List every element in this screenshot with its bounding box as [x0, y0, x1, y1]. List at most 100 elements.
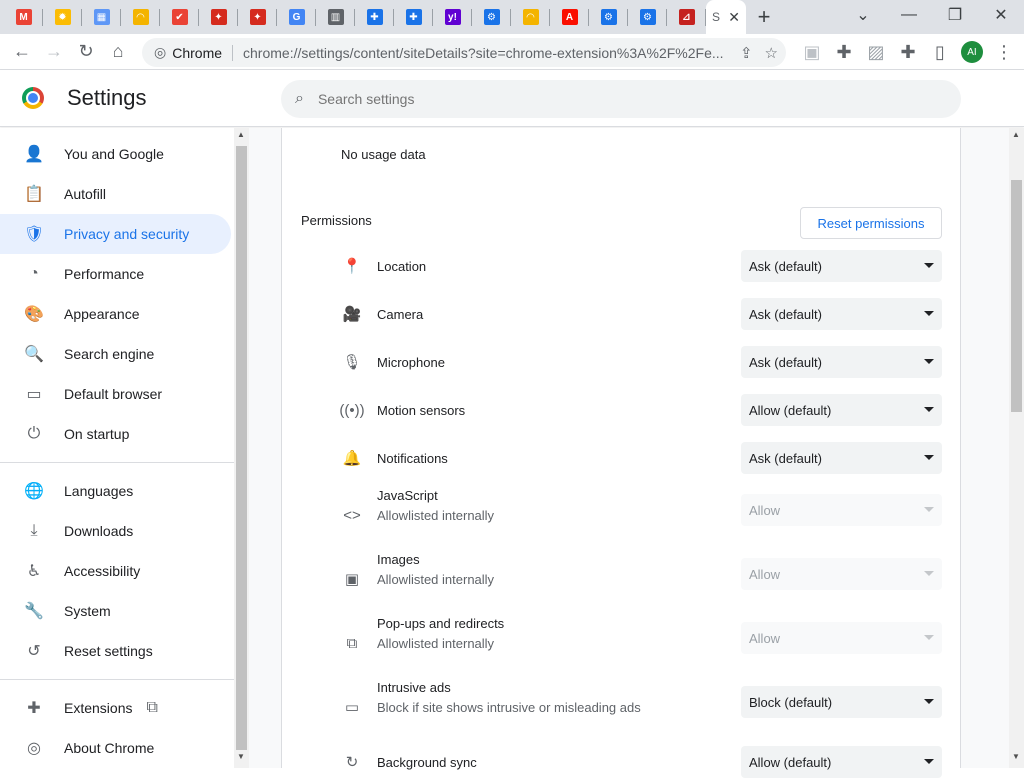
address-bar[interactable]: ◎ Chrome chrome://settings/content/siteD… [142, 38, 786, 67]
puzzle-icon: ✚ [405, 9, 422, 25]
pdf-extension-icon[interactable]: ▨ [860, 36, 892, 68]
browser-tab[interactable]: ⚙ [472, 0, 511, 34]
gmail-icon: M [15, 9, 32, 25]
bookmark-star-icon[interactable]: ☆ [765, 44, 778, 62]
sidebar-item-extensions[interactable]: ✚ Extensions ⧉ [0, 688, 231, 728]
sidebar-item-downloads[interactable]: ⤓ Downloads [0, 511, 231, 551]
extensions-menu-icon[interactable]: ✚ [892, 36, 924, 68]
chevron-down-icon [924, 759, 934, 764]
sidebar-item-label: About Chrome [64, 740, 155, 756]
search-input[interactable] [317, 91, 918, 107]
sidebar-item-appearance[interactable]: 🎨 Appearance [0, 294, 231, 334]
close-window-button[interactable]: ✕ [978, 0, 1024, 30]
share-icon[interactable]: ⇪ [740, 44, 753, 62]
url-text[interactable]: chrome://settings/content/siteDetails?si… [243, 45, 723, 61]
bell-icon: 🔔 [342, 450, 362, 467]
sidebar-item-label: Appearance [64, 306, 140, 322]
divider [0, 462, 234, 463]
minimize-button[interactable]: — [886, 0, 932, 30]
permission-label: JavaScript [377, 488, 438, 503]
scroll-up-icon[interactable]: ▲ [1012, 130, 1020, 139]
sidebar-item-system[interactable]: 🔧 System [0, 591, 231, 631]
sidebar-item-autofill[interactable]: 📋 Autofill [0, 174, 231, 214]
sidebar-item-you-and-google[interactable]: 👤 You and Google [0, 134, 231, 174]
reload-button[interactable]: ↻ [70, 36, 102, 68]
permission-select[interactable]: Allow (default) [741, 394, 942, 426]
browser-tab[interactable]: ⚙ [628, 0, 667, 34]
home-button[interactable]: ⌂ [102, 36, 134, 68]
main-scrollbar[interactable]: ▲ ▼ [1009, 128, 1024, 768]
browser-tab[interactable]: ◠ [121, 0, 160, 34]
image-icon: ▣ [344, 571, 360, 588]
browser-tab[interactable]: ✔ [160, 0, 199, 34]
sidebar-item-accessibility[interactable]: ♿ Accessibility [0, 551, 231, 591]
rainbow-icon: ◠ [522, 9, 539, 25]
browser-tab[interactable]: ✹ [43, 0, 82, 34]
permission-select[interactable]: Ask (default) [741, 298, 942, 330]
browser-icon: ▭ [26, 386, 42, 403]
permission-select[interactable]: Ask (default) [741, 442, 942, 474]
browser-tab[interactable]: G [277, 0, 316, 34]
scroll-thumb[interactable] [236, 146, 247, 750]
sidebar-item-label: System [64, 603, 111, 619]
person-icon: 👤 [24, 146, 44, 163]
profile-button[interactable]: AI [956, 36, 988, 68]
sidebar-item-on-startup[interactable]: ⏻ On startup [0, 414, 231, 454]
tab-search-icon[interactable]: ⌄ [840, 0, 886, 30]
chevron-down-icon [924, 359, 934, 364]
browser-tab[interactable]: ⚙ [589, 0, 628, 34]
permission-select[interactable]: Ask (default) [741, 346, 942, 378]
puzzle-icon[interactable]: ✚ [828, 36, 860, 68]
sidebar-item-search-engine[interactable]: 🔍 Search engine [0, 334, 231, 374]
download-icon: ⤓ [30, 522, 38, 539]
scroll-up-icon[interactable]: ▲ [237, 130, 245, 139]
sidebar-item-performance[interactable]: ◔ Performance [0, 254, 231, 294]
selected-value: Block (default) [749, 694, 833, 710]
browser-tab[interactable]: ✚ [394, 0, 433, 34]
forward-button[interactable]: → [38, 36, 70, 68]
browser-tab[interactable]: y! [433, 0, 472, 34]
permission-sublabel: Block if site shows intrusive or mislead… [377, 700, 641, 715]
reset-permissions-button[interactable]: Reset permissions [800, 207, 942, 239]
browser-tab[interactable]: ✚ [355, 0, 394, 34]
maple-leaf-icon: ✦ [249, 9, 266, 25]
selected-value: Allow [749, 630, 781, 646]
sidebar-item-privacy-and-security[interactable]: 🛡 Privacy and security [0, 214, 231, 254]
browser-tab[interactable]: ⊿ [667, 0, 706, 34]
browser-tab[interactable]: A [550, 0, 589, 34]
back-button[interactable]: ← [6, 36, 38, 68]
browser-tab[interactable]: ▦ [82, 0, 121, 34]
search-icon: 🔍 [24, 346, 44, 363]
side-panel-icon[interactable]: ▯ [924, 36, 956, 68]
page-title: Settings [67, 85, 147, 110]
settings-search[interactable]: ⌕ [281, 80, 961, 118]
permission-label: Location [377, 259, 427, 274]
close-tab-icon[interactable]: ✕ [728, 9, 740, 26]
scroll-down-icon[interactable]: ▼ [1012, 752, 1020, 761]
new-tab-button[interactable]: + [746, 0, 782, 34]
menu-kebab-icon[interactable]: ⋮ [988, 36, 1020, 68]
scroll-thumb[interactable] [1011, 180, 1022, 412]
sidebar-item-about-chrome[interactable]: ◎ About Chrome [0, 728, 231, 768]
browser-tab[interactable]: ▥ [316, 0, 355, 34]
scroll-down-icon[interactable]: ▼ [237, 752, 245, 761]
sidebar-scrollbar[interactable]: ▲ ▼ [234, 128, 249, 768]
permission-select[interactable]: Block (default) [741, 686, 942, 718]
extension-icon[interactable]: ▣ [796, 36, 828, 68]
wrench-icon: 🔧 [24, 603, 44, 620]
permission-select[interactable]: Ask (default) [741, 250, 942, 282]
browser-tab[interactable]: ◠ [511, 0, 550, 34]
restore-button[interactable]: ❐ [932, 0, 978, 30]
external-link-icon[interactable]: ⧉ [146, 699, 157, 717]
rainbow-icon: ◠ [132, 9, 149, 25]
sidebar-item-languages[interactable]: 🌐 Languages [0, 471, 231, 511]
permission-select[interactable]: Allow (default) [741, 746, 942, 778]
browser-tab[interactable]: ✦ [238, 0, 277, 34]
selected-value: Allow (default) [749, 754, 832, 770]
active-tab[interactable]: S ✕ [706, 0, 746, 34]
sidebar-item-reset-settings[interactable]: ↺ Reset settings [0, 631, 231, 671]
sidebar-item-default-browser[interactable]: ▭ Default browser [0, 374, 231, 414]
browser-tab[interactable]: M [4, 0, 43, 34]
browser-tab[interactable]: ✦ [199, 0, 238, 34]
gear-icon: ⚙ [600, 9, 617, 25]
